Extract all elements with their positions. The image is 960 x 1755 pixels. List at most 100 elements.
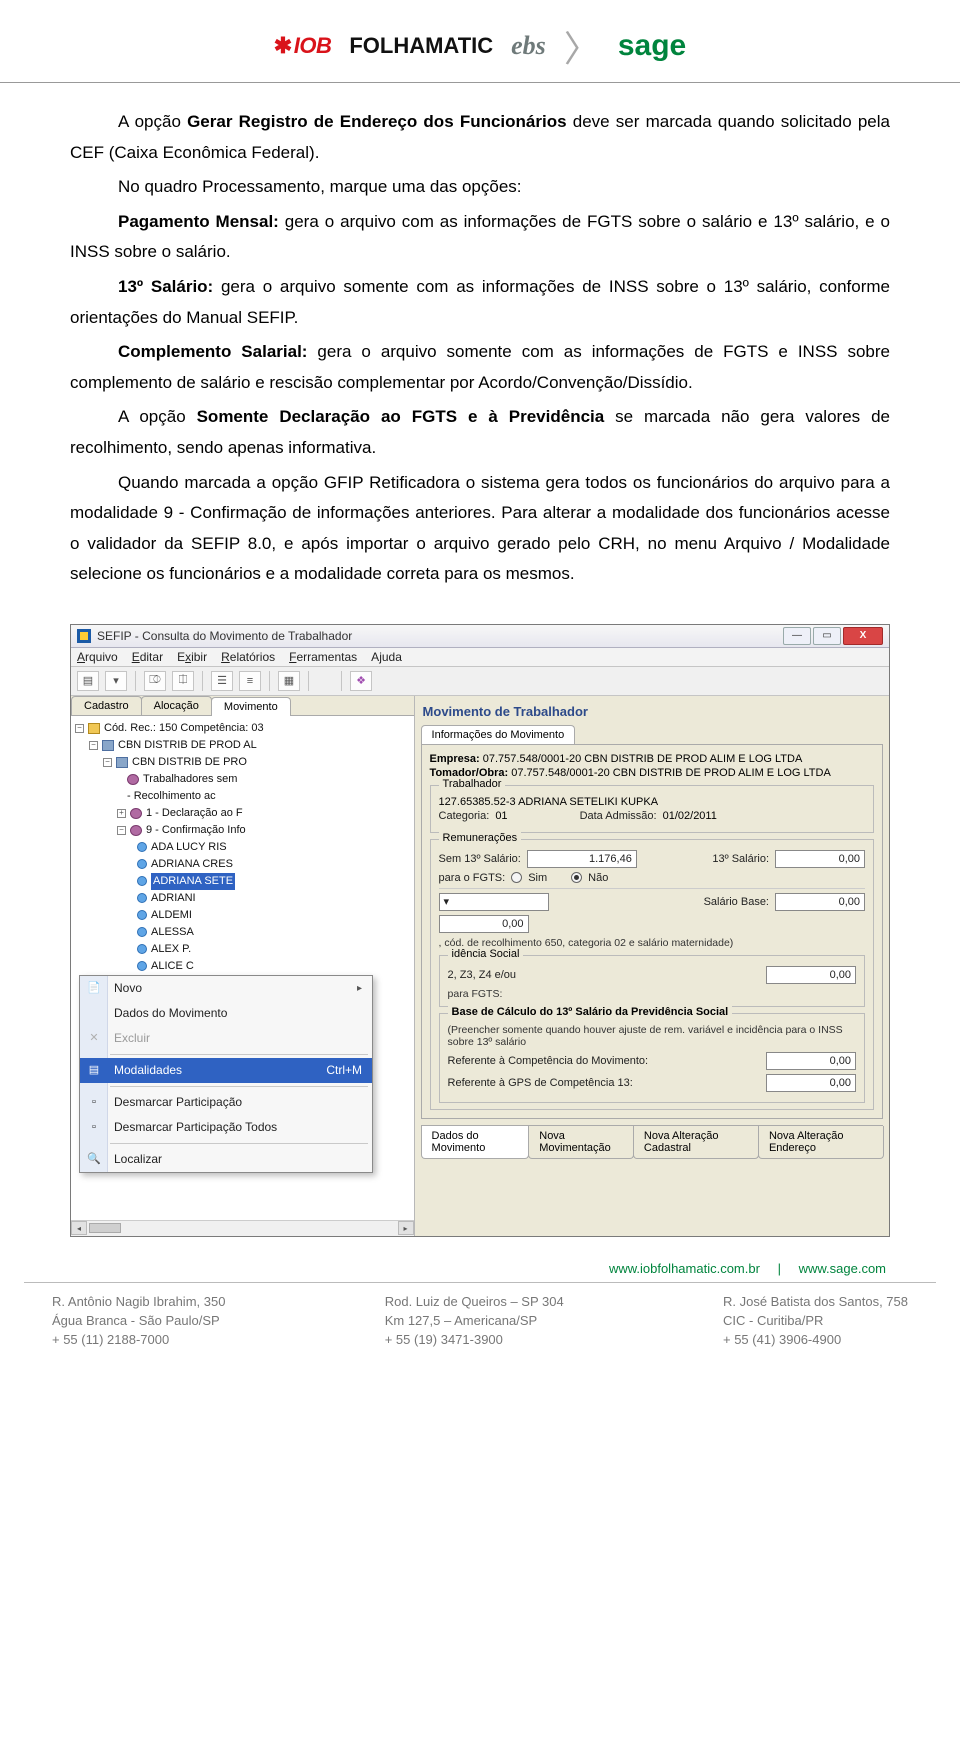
ctx-novo[interactable]: 📄Novo▸ [80, 976, 372, 1001]
context-menu: 📄Novo▸ Dados do Movimento ✕Excluir ▤Moda… [79, 975, 373, 1173]
tree-view[interactable]: −Cód. Rec.: 150 Competência: 03 −CBN DIS… [71, 716, 414, 1236]
paragraph-1: A opção Gerar Registro de Endereço dos F… [70, 107, 890, 168]
value-field[interactable]: 0,00 [439, 915, 529, 933]
menu-ajuda[interactable]: Ajuda [371, 650, 402, 664]
tool-report-icon[interactable]: ▦ [278, 671, 300, 691]
search-icon: 🔍 [86, 1151, 102, 1167]
tool-collapse-icon[interactable]: ⎅ [172, 671, 194, 691]
paragraph-5: Complemento Salarial: gera o arquivo som… [70, 337, 890, 398]
tab-cadastro[interactable]: Cadastro [71, 696, 142, 715]
panel-title: Movimento de Trabalhador [421, 700, 883, 725]
logo-ebs: ebs [511, 31, 546, 61]
paragraph-6: A opção Somente Declaração ao FGTS e à P… [70, 402, 890, 463]
worker-icon [137, 859, 147, 869]
worker-icon [137, 876, 147, 886]
sal13-field[interactable]: 0,00 [775, 850, 865, 868]
worker-icon [137, 927, 147, 937]
menu-exibir[interactable]: Exibir [177, 650, 207, 664]
addr-americana: Rod. Luiz de Queiros – SP 304 Km 127,5 –… [385, 1293, 564, 1350]
combo-field[interactable]: ▾ [439, 893, 549, 911]
tree-worker-item[interactable]: ALICE C [75, 958, 410, 975]
delete-icon: ✕ [86, 1030, 102, 1046]
new-doc-icon: 📄 [86, 980, 102, 996]
tree-worker-item[interactable]: ALESSA [75, 924, 410, 941]
menu-ferramentas[interactable]: Ferramentas [289, 650, 357, 664]
worker-icon [137, 944, 147, 954]
refgps-field[interactable]: 0,00 [766, 1074, 856, 1092]
building-icon [116, 757, 128, 768]
btab-alt-endereco[interactable]: Nova Alteração Endereço [758, 1126, 884, 1159]
worker-icon [137, 910, 147, 920]
link-iob[interactable]: www.iobfolhamatic.com.br [609, 1261, 760, 1276]
tree-worker-item[interactable]: ALDEMI [75, 907, 410, 924]
folder-icon [88, 723, 100, 734]
ctx-desmarcar-todos[interactable]: ▫Desmarcar Participação Todos [80, 1115, 372, 1140]
subtab-informacoes[interactable]: Informações do Movimento [421, 725, 576, 744]
tab-movimento[interactable]: Movimento [211, 697, 291, 716]
addr-curitiba: R. José Batista dos Santos, 758 CIC - Cu… [723, 1293, 908, 1350]
ctx-modalidades[interactable]: ▤ModalidadesCtrl+M [80, 1058, 372, 1083]
left-panel: Cadastro Alocação Movimento −Cód. Rec.: … [71, 696, 415, 1236]
btab-alt-cadastral[interactable]: Nova Alteração Cadastral [633, 1126, 759, 1159]
uncheck-icon: ▫ [86, 1094, 102, 1110]
groupbox-remuneracoes: Remunerações Sem 13º Salário: 1.176,46 1… [430, 839, 874, 1110]
btab-movimentacao[interactable]: Nova Movimentação [528, 1126, 634, 1159]
groupbox-trabalhador: Trabalhador 127.65385.52-3 ADRIANA SETEL… [430, 785, 874, 833]
groupbox-previdencia: idência Social 2, Z3, Z4 e/ou 0,00 para … [439, 955, 865, 1007]
menu-arquivo[interactable]: Arquivo [77, 650, 118, 664]
tree-worker-item[interactable]: ADRIANA CRES [75, 856, 410, 873]
paragraph-7: Quando marcada a opção GFIP Retificadora… [70, 468, 890, 590]
tree-worker-item[interactable]: ADRIANA SETE [75, 873, 410, 890]
tool-help-icon[interactable]: ❖ [350, 671, 372, 691]
logo-iob: ✱IOB [274, 33, 332, 59]
tree-worker-item[interactable]: ADRIANI [75, 890, 410, 907]
sem13-field[interactable]: 1.176,46 [527, 850, 637, 868]
tool-dropdown-icon[interactable]: ▾ [105, 671, 127, 691]
link-sage[interactable]: www.sage.com [799, 1261, 886, 1276]
menu-relatorios[interactable]: Relatórios [221, 650, 275, 664]
uncheck-all-icon: ▫ [86, 1119, 102, 1135]
tree-worker-item[interactable]: ADA LUCY RIS [75, 839, 410, 856]
node-icon [130, 808, 142, 819]
ctx-localizar[interactable]: 🔍Localizar [80, 1147, 372, 1172]
tool-tree-icon[interactable]: ⎄ [144, 671, 166, 691]
paragraph-4: 13º Salário: gera o arquivo somente com … [70, 272, 890, 333]
tool-list-icon[interactable]: ☰ [211, 671, 233, 691]
tool-sort-icon[interactable]: ≡ [239, 671, 261, 691]
toolbar: ▤ ▾ ⎄ ⎅ ☰ ≡ ▦ ❖ [71, 667, 889, 696]
menu-editar[interactable]: Editar [132, 650, 163, 664]
radio-sim[interactable] [511, 872, 522, 883]
tab-alocacao[interactable]: Alocação [141, 696, 212, 715]
paragraph-2: No quadro Processamento, marque uma das … [70, 172, 890, 203]
tree-worker-item[interactable]: ALEX P. [75, 941, 410, 958]
node-icon [130, 825, 142, 836]
tool-new-icon[interactable]: ▤ [77, 671, 99, 691]
horizontal-scrollbar[interactable]: ◂ ▸ [71, 1220, 414, 1236]
list-icon: ▤ [86, 1062, 102, 1078]
ctx-desmarcar[interactable]: ▫Desmarcar Participação [80, 1090, 372, 1115]
logo-sage: sage [618, 29, 686, 63]
radio-nao[interactable] [571, 872, 582, 883]
worker-icon [137, 961, 147, 971]
groupbox-base13: Base de Cálculo do 13º Salário da Previd… [439, 1013, 865, 1103]
minimize-button[interactable]: — [783, 627, 811, 645]
window-title: SEFIP - Consulta do Movimento de Trabalh… [97, 629, 352, 643]
btab-dados[interactable]: Dados do Movimento [421, 1126, 530, 1159]
maximize-button[interactable]: ▭ [813, 627, 841, 645]
app-icon [77, 629, 91, 643]
ctx-dados[interactable]: Dados do Movimento [80, 1001, 372, 1026]
logo-folhamatic: FOLHAMATIC [349, 33, 493, 59]
worker-icon [137, 893, 147, 903]
close-button[interactable]: X [843, 627, 883, 645]
inss-field[interactable]: 0,00 [766, 966, 856, 984]
salbase-field[interactable]: 0,00 [775, 893, 865, 911]
bottom-tabs: Dados do Movimento Nova Movimentação Nov… [421, 1125, 883, 1159]
worker-icon [137, 842, 147, 852]
brand-header: ✱IOB FOLHAMATIC ebs 〉 sage [0, 0, 960, 83]
logo-separator: 〉 [564, 20, 600, 72]
refcomp-field[interactable]: 0,00 [766, 1052, 856, 1070]
ctx-excluir: ✕Excluir [80, 1026, 372, 1051]
menubar: Arquivo Editar Exibir Relatórios Ferrame… [71, 648, 889, 667]
addr-sp: R. Antônio Nagib Ibrahim, 350 Água Branc… [52, 1293, 225, 1350]
sefip-window: SEFIP - Consulta do Movimento de Trabalh… [70, 624, 890, 1237]
